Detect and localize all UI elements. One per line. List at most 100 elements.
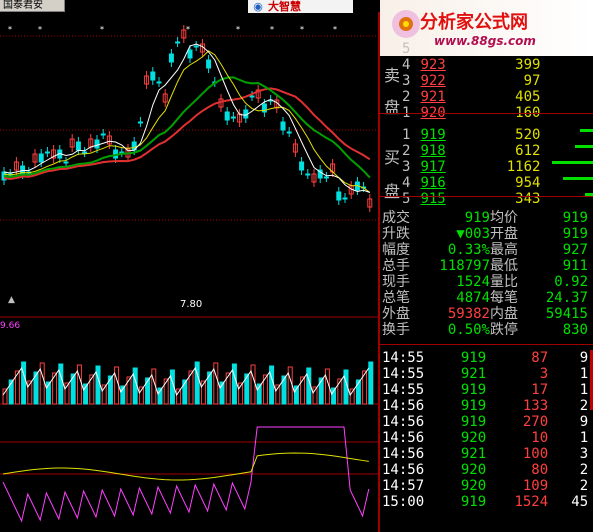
volume-bar — [231, 363, 237, 405]
level-volume: 612 — [515, 143, 541, 159]
sell-level-row[interactable]: 4 923 399 — [402, 57, 540, 73]
tick-time: 14:56 — [382, 414, 425, 430]
candle-body — [168, 53, 174, 63]
volume-bar — [269, 365, 275, 405]
level-volume: 954 — [515, 175, 541, 191]
stat-value: 118797 — [439, 258, 490, 274]
tick-row[interactable]: 14:55 919 17 1 — [382, 382, 588, 398]
buy-level-row[interactable]: 5 915 343 — [402, 191, 540, 207]
tick-row[interactable]: 15:00 919 1524 45 — [382, 494, 588, 510]
candle-body — [336, 191, 342, 201]
tick-count: 1 — [579, 382, 589, 398]
candle-body — [137, 121, 143, 124]
volume-bar — [300, 376, 306, 405]
candle-body — [323, 176, 329, 179]
tick-row[interactable]: 14:56 919 270 9 — [382, 414, 588, 430]
tick-price: 919 — [460, 414, 487, 430]
tick-time: 14:55 — [382, 382, 425, 398]
candle-body — [305, 173, 311, 176]
depth-bar — [585, 193, 593, 196]
stat-label: 最低 — [490, 258, 518, 274]
candlestick-chart[interactable]: * * * * * * * * 7.80 ▲ 9.66 — [0, 12, 378, 532]
stat-value: 919 — [464, 210, 490, 226]
stat-label: 每笔 — [490, 290, 518, 306]
signal-star-icon: * — [186, 25, 190, 34]
candle-body — [38, 153, 44, 163]
stat-label: 开盘 — [490, 226, 518, 242]
volume-bar — [368, 361, 374, 405]
stat-row: 幅度 0.33%最高 927 — [382, 242, 588, 258]
stat-value: 911 — [562, 258, 588, 274]
buy-label-a: 买 — [384, 148, 401, 167]
tick-time: 14:56 — [382, 462, 425, 478]
signal-star-icon: * — [300, 25, 304, 34]
candle-body — [150, 71, 156, 81]
candle-body — [187, 49, 193, 59]
stat-value: 927 — [562, 242, 588, 258]
stat-value: 24.37 — [545, 290, 588, 306]
signal-star-icon: * — [270, 25, 274, 34]
level-number: 2 — [402, 143, 411, 159]
stat-row: 总笔 4874每笔 24.37 — [382, 290, 588, 306]
tick-price: 920 — [460, 478, 487, 494]
tick-row[interactable]: 14:55 921 3 1 — [382, 366, 588, 382]
buy-level-row[interactable]: 3 917 1162 — [402, 159, 540, 175]
tick-volume: 80 — [531, 462, 549, 478]
sell-level-row[interactable]: 3 922 97 — [402, 73, 540, 89]
level-volume: 1162 — [506, 159, 541, 175]
candle-body — [342, 197, 348, 200]
stock-tab[interactable]: 国泰君安 — [0, 0, 65, 12]
sell-label-a: 卖 — [384, 66, 401, 85]
tick-volume: 87 — [531, 350, 549, 366]
buy-level-row[interactable]: 2 918 612 — [402, 143, 540, 159]
tick-row[interactable]: 14:56 919 133 2 — [382, 398, 588, 414]
sell-level-row[interactable]: 5 — [402, 41, 540, 57]
low-price-label: 7.80 — [180, 299, 202, 310]
candle-body — [224, 111, 230, 121]
volume-bar — [250, 364, 256, 405]
level-price: 917 — [420, 159, 446, 175]
tick-count: 9 — [579, 414, 589, 430]
marker-icon: ▲ — [8, 295, 15, 305]
tick-row[interactable]: 14:56 920 80 2 — [382, 462, 588, 478]
tick-price: 919 — [460, 350, 487, 366]
candle-body — [44, 151, 50, 154]
depth-bar — [552, 161, 593, 164]
level-number: 1 — [402, 127, 411, 143]
stat-row: 外盘 59382内盘 59415 — [382, 306, 588, 322]
volume-bar — [287, 366, 293, 405]
stat-row: 换手 0.50%跌停 830 — [382, 322, 588, 338]
buy-level-row[interactable]: 4 916 954 — [402, 175, 540, 191]
stat-value: 1524 — [456, 274, 490, 290]
buy-level-row[interactable]: 1 919 520 — [402, 127, 540, 143]
tick-row[interactable]: 14:56 921 100 3 — [382, 446, 588, 462]
stat-label: 总手 — [382, 258, 410, 274]
tick-price: 921 — [460, 366, 487, 382]
tick-time: 15:00 — [382, 494, 425, 510]
level-number: 5 — [402, 41, 411, 57]
candle-body — [94, 139, 100, 149]
indicator-value: 9.66 — [0, 321, 20, 331]
level-volume: 343 — [515, 191, 541, 207]
quote-panel: 卖 盘 买 盘 5 4 923 399 3 922 97 2 921 405 1 920 160 1 919… — [380, 12, 593, 532]
tick-count: 9 — [579, 350, 589, 366]
signal-star-icon: * — [8, 25, 12, 34]
stat-value: 4874 — [456, 290, 490, 306]
tick-count: 2 — [579, 462, 589, 478]
depth-bar — [580, 129, 593, 132]
tick-count: 1 — [579, 430, 589, 446]
depth-bar — [575, 145, 593, 148]
tick-row[interactable]: 14:56 920 10 1 — [382, 430, 588, 446]
level-number: 3 — [402, 73, 411, 89]
stat-value: 0.50% — [447, 322, 490, 338]
volume-bar — [107, 375, 113, 405]
stat-label: 总笔 — [382, 290, 410, 306]
volume-bar — [114, 366, 120, 405]
sell-level-row[interactable]: 2 921 405 — [402, 89, 540, 105]
candle-body — [286, 131, 292, 134]
signal-star-icon: * — [236, 25, 240, 34]
signal-star-icon: * — [38, 25, 42, 34]
tick-row[interactable]: 14:57 920 109 2 — [382, 478, 588, 494]
stat-row: 成交 919均价 919 — [382, 210, 588, 226]
tick-row[interactable]: 14:55 919 87 9 — [382, 350, 588, 366]
